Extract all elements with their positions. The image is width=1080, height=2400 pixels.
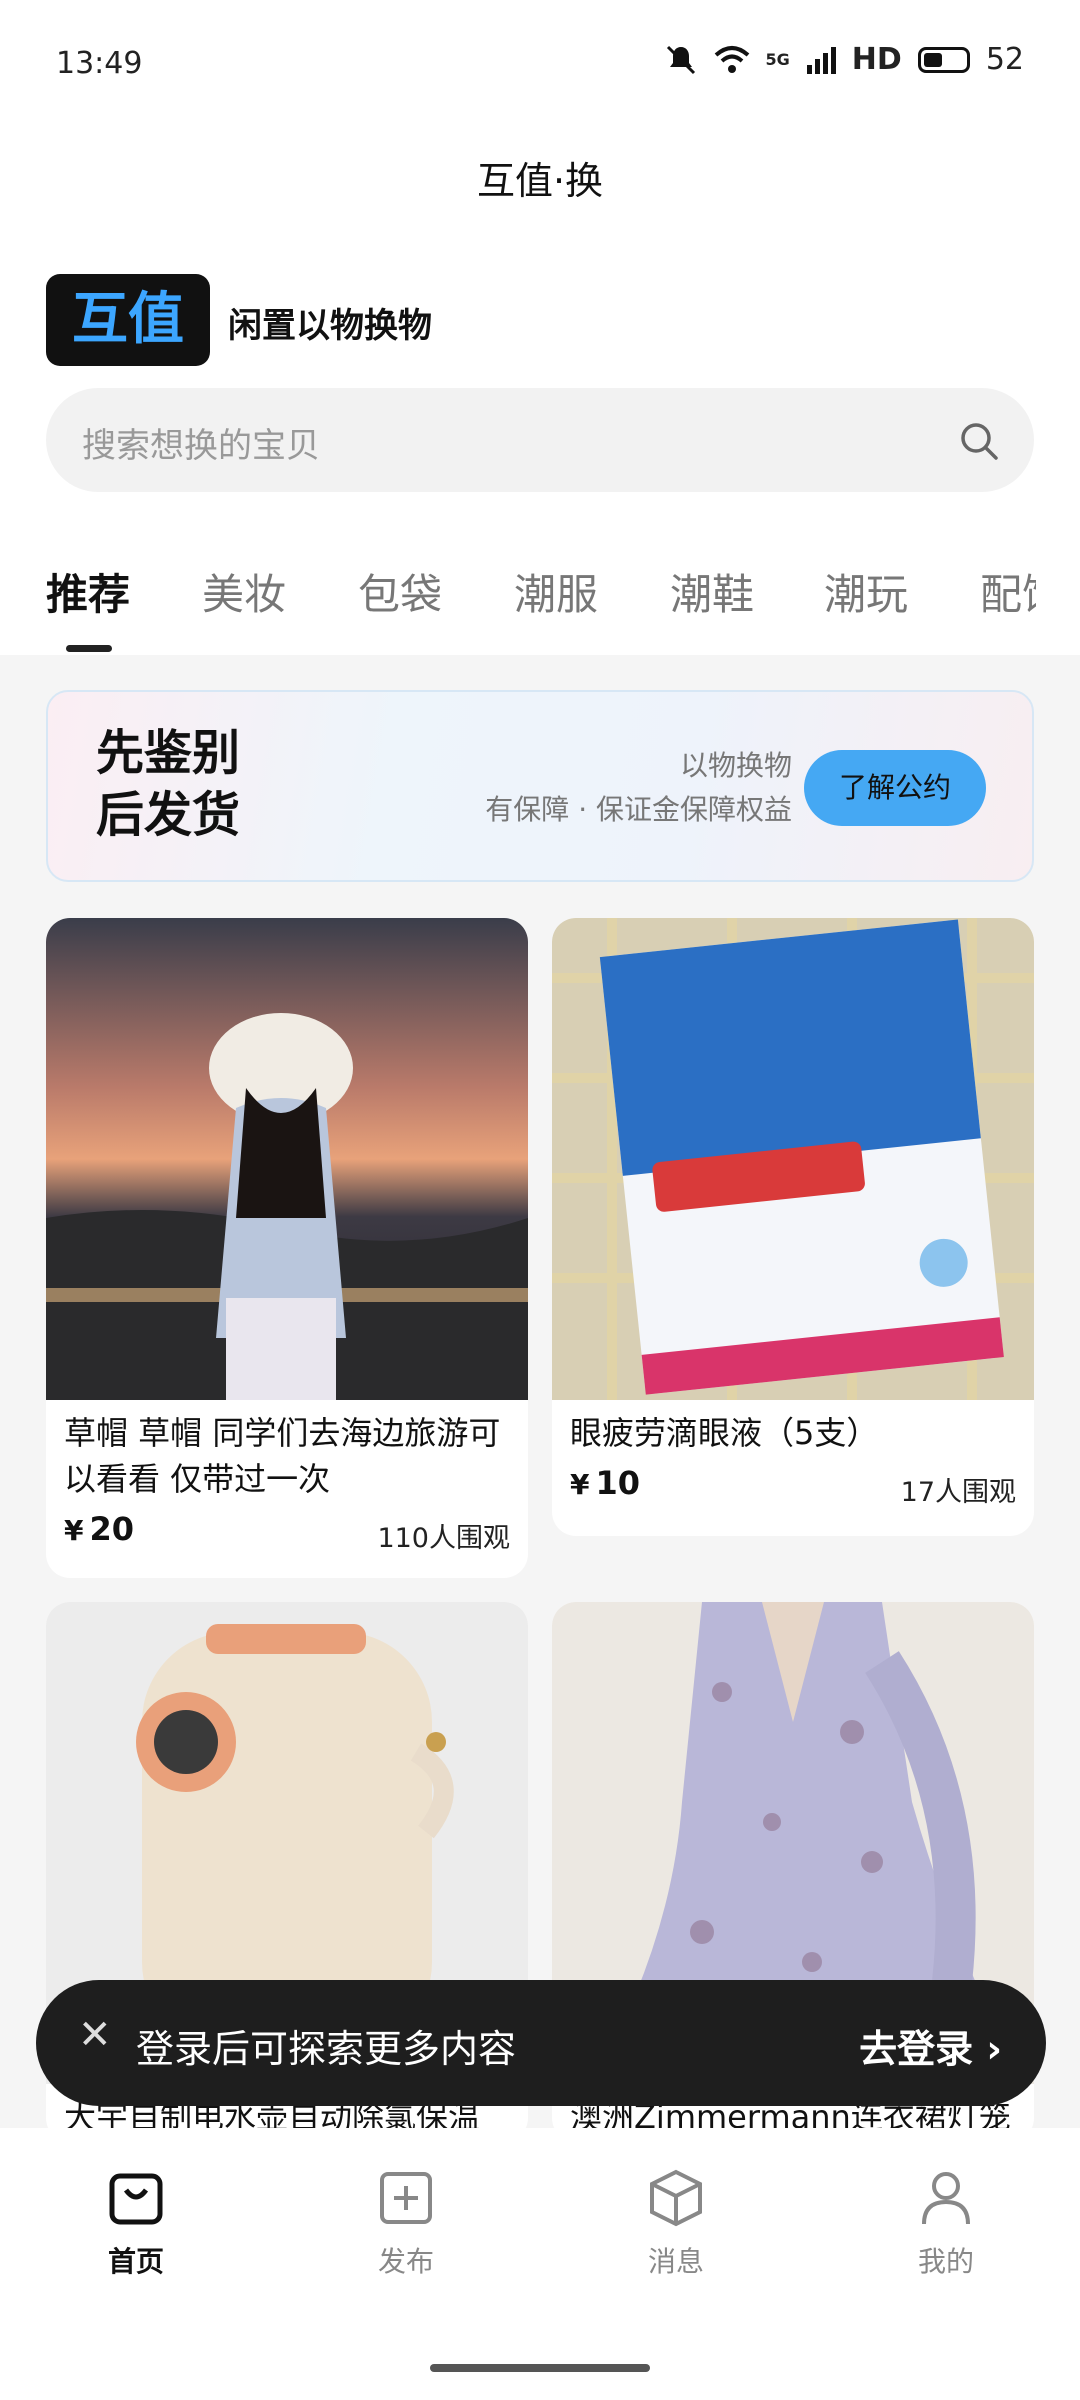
tabbar-publish[interactable]: 发布 bbox=[326, 2168, 486, 2280]
tab-streetwear[interactable]: 潮服 bbox=[514, 561, 598, 622]
search-icon[interactable] bbox=[958, 420, 1000, 462]
banner-headline-line1: 先鉴别 bbox=[96, 725, 241, 781]
product-image bbox=[552, 918, 1034, 1400]
product-image bbox=[46, 918, 528, 1400]
status-icons: 5G HD 52 bbox=[664, 42, 1024, 77]
battery-icon bbox=[917, 46, 970, 73]
tabbar-messages-label: 消息 bbox=[647, 2245, 704, 2278]
login-prompt-message: 登录后可探索更多内容 bbox=[136, 2027, 517, 2071]
home-indicator[interactable] bbox=[430, 2364, 650, 2372]
tab-beauty[interactable]: 美妆 bbox=[202, 561, 286, 622]
tab-sneakers[interactable]: 潮鞋 bbox=[670, 561, 754, 622]
tabbar-profile[interactable]: 我的 bbox=[866, 2168, 1026, 2280]
banner-headline: 先鉴别 后发货 bbox=[96, 722, 240, 846]
network-label: 5G bbox=[765, 50, 790, 69]
status-time: 13:49 bbox=[56, 46, 143, 81]
banner-headline-line2: 后发货 bbox=[96, 787, 241, 843]
search-placeholder: 搜索想换的宝贝 bbox=[82, 426, 320, 466]
bottom-tab-bar: 首页 发布 消息 我的 bbox=[0, 2128, 1080, 2400]
tab-recommend[interactable]: 推荐 bbox=[46, 561, 130, 622]
guarantee-banner[interactable]: 先鉴别 后发货 以物换物 有保障 · 保证金保障权益 了解公约 bbox=[46, 690, 1034, 882]
price-value: 20 bbox=[89, 1510, 135, 1548]
product-title: 眼疲劳滴眼液（5支） bbox=[570, 1414, 879, 1452]
tab-accessories[interactable]: 配饰 bbox=[980, 561, 1036, 622]
product-price: ¥10 bbox=[570, 1464, 640, 1502]
tabbar-profile-label: 我的 bbox=[917, 2245, 974, 2278]
category-tabs: 推荐 美妆 包袋 潮服 潮鞋 潮玩 配饰 bbox=[0, 555, 1080, 655]
user-icon bbox=[922, 2172, 970, 2225]
header-area: 13:49 5G HD 52 互值·换 互值 闲置以物换物 搜索想换的宝贝 推荐… bbox=[0, 0, 1080, 655]
product-card[interactable]: 草帽 草帽 同学们去海边旅游可以看看 仅带过一次 ¥20 110人围观 bbox=[46, 918, 528, 1578]
signal-icon bbox=[806, 46, 836, 74]
currency-symbol: ¥ bbox=[570, 1468, 590, 1501]
hd-label: HD bbox=[851, 42, 902, 77]
learn-agreement-button[interactable]: 了解公约 bbox=[804, 750, 986, 826]
product-price: ¥20 bbox=[64, 1510, 134, 1548]
active-tab-indicator bbox=[66, 645, 112, 652]
wifi-icon bbox=[714, 45, 749, 73]
banner-subtitle-2: 有保障 · 保证金保障权益 bbox=[485, 793, 792, 826]
battery-level: 52 bbox=[985, 42, 1024, 77]
shopping-bag-icon bbox=[109, 2173, 163, 2225]
brand-logo: 互值 bbox=[46, 274, 210, 366]
watchers-count: 17人围观 bbox=[900, 1477, 1016, 1508]
tabbar-home[interactable]: 首页 bbox=[56, 2168, 216, 2280]
product-title: 草帽 草帽 同学们去海边旅游可以看看 仅带过一次 bbox=[64, 1414, 501, 1498]
page-title: 互值·换 bbox=[476, 159, 604, 203]
close-icon[interactable]: ✕ bbox=[78, 2012, 112, 2058]
category-tabs-scroll: 推荐 美妆 包袋 潮服 潮鞋 潮玩 配饰 bbox=[0, 555, 1036, 655]
price-value: 10 bbox=[595, 1464, 641, 1502]
brand-tagline: 闲置以物换物 bbox=[228, 306, 432, 346]
cube-icon bbox=[650, 2169, 702, 2227]
banner-subtitle-1: 以物换物 bbox=[679, 749, 792, 782]
watchers-count: 110人围观 bbox=[377, 1523, 510, 1554]
tabbar-home-label: 首页 bbox=[107, 2245, 164, 2278]
mute-bell-icon bbox=[666, 45, 695, 74]
status-bar: 13:49 5G HD 52 bbox=[56, 38, 1024, 90]
tab-toys[interactable]: 潮玩 bbox=[824, 561, 908, 622]
tabbar-publish-label: 发布 bbox=[377, 2245, 434, 2278]
tabbar-messages[interactable]: 消息 bbox=[596, 2168, 756, 2280]
currency-symbol: ¥ bbox=[64, 1514, 84, 1547]
login-prompt-toast: ✕ 登录后可探索更多内容 去登录 › bbox=[36, 1980, 1046, 2106]
search-input[interactable]: 搜索想换的宝贝 bbox=[46, 388, 1034, 492]
product-card[interactable]: 眼疲劳滴眼液（5支） ¥10 17人围观 bbox=[552, 918, 1034, 1536]
tab-bags[interactable]: 包袋 bbox=[358, 561, 442, 622]
add-square-icon bbox=[380, 2172, 432, 2224]
go-login-button[interactable]: 去登录 › bbox=[859, 2018, 1002, 2073]
